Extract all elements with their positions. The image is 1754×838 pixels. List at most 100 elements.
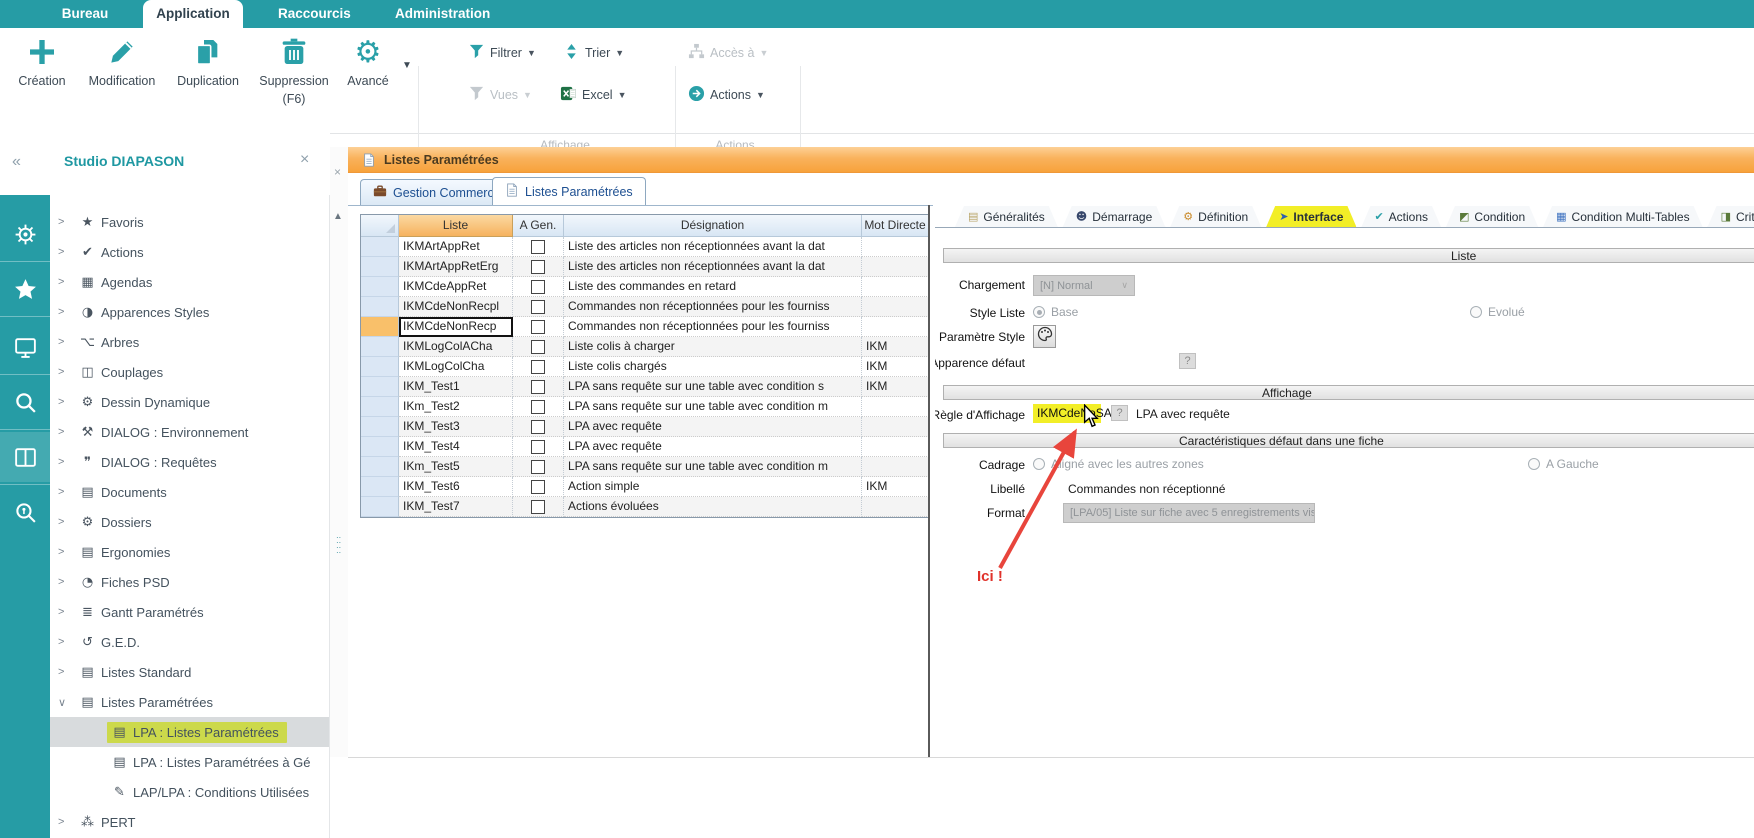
cell-liste[interactable]: IKMCdeAppRet (399, 277, 513, 297)
table-row[interactable]: IKMArtAppRetErg Liste des articles non r… (361, 257, 929, 277)
helm-icon[interactable] (0, 209, 50, 259)
star-icon[interactable] (0, 264, 50, 314)
chevron-icon[interactable]: > (58, 516, 75, 528)
cell-mot-directeur[interactable] (862, 497, 929, 517)
property-tab[interactable]: ◩ Condition (1446, 206, 1538, 227)
cell-liste[interactable]: IKMLogColCha (399, 357, 513, 377)
cell-liste[interactable]: IKM_Test7 (399, 497, 513, 517)
cell-mot-directeur[interactable]: IKM (862, 477, 929, 497)
tree-item[interactable]: > ❞ DIALOG : Requêtes (50, 447, 329, 477)
table-row[interactable]: IKMLogColACha Liste colis à charger IKM (361, 337, 929, 357)
chevron-icon[interactable]: > (58, 336, 75, 348)
cell-designation[interactable]: Commandes non réceptionnées pour les fou… (564, 297, 862, 317)
cell-designation[interactable]: Actions évoluées (564, 497, 862, 517)
table-row[interactable]: IKm_Test5 LPA sans requête sur une table… (361, 457, 929, 477)
tree-item[interactable]: > ⌥ Arbres (50, 327, 329, 357)
tree-item[interactable]: > ▤ Listes Standard (50, 657, 329, 687)
table-row[interactable]: IKM_Test1 LPA sans requête sur une table… (361, 377, 929, 397)
cell-designation[interactable]: LPA sans requête sur une table avec cond… (564, 457, 862, 477)
property-tab[interactable]: ▤ Généralités (955, 206, 1058, 227)
tree-item[interactable]: > ◑ Apparences Styles (50, 297, 329, 327)
tree-item[interactable]: ▤ LPA : Listes Paramétrées à Gé (50, 747, 329, 777)
a-gen-checkbox[interactable] (531, 340, 545, 354)
a-gen-checkbox[interactable] (531, 300, 545, 314)
apparence-defaut-help-button[interactable]: ? (1179, 353, 1196, 369)
table-row[interactable]: IKMLogColCha Liste colis chargés IKM (361, 357, 929, 377)
table-row[interactable]: IKM_Test7 Actions évoluées (361, 497, 929, 517)
actions-button[interactable]: Actions▼ (688, 84, 765, 106)
cell-designation[interactable]: LPA sans requête sur une table avec cond… (564, 377, 862, 397)
a-gen-checkbox[interactable] (531, 480, 545, 494)
avance-button[interactable]: ⚙ Avancé (336, 36, 400, 90)
chevron-icon[interactable]: > (58, 546, 75, 558)
cell-designation[interactable]: LPA sans requête sur une table avec cond… (564, 397, 862, 417)
cell-designation[interactable]: Action simple (564, 477, 862, 497)
row-selector[interactable] (361, 237, 399, 257)
a-gen-checkbox[interactable] (531, 320, 545, 334)
tree-item[interactable]: > ▤ Documents (50, 477, 329, 507)
cell-designation[interactable]: LPA avec requête (564, 437, 862, 457)
a-gen-checkbox[interactable] (531, 460, 545, 474)
property-tab[interactable]: ➤ Interface (1266, 206, 1356, 227)
menu-tab-raccourcis[interactable]: Raccourcis (278, 0, 348, 28)
property-tab[interactable]: ▦ Condition Multi-Tables (1543, 206, 1702, 227)
cell-liste[interactable]: IKMCdeNonRecp (399, 317, 513, 337)
a-gen-checkbox[interactable] (531, 240, 545, 254)
cell-mot-directeur[interactable] (862, 397, 929, 417)
chevron-icon[interactable]: > (58, 366, 75, 378)
grid-panel-splitter[interactable] (928, 205, 930, 757)
table-row[interactable]: IKMArtAppRet Liste des articles non réce… (361, 237, 929, 257)
row-selector[interactable] (361, 277, 399, 297)
excel-button[interactable]: Excel▼ (560, 84, 627, 106)
row-selector[interactable] (361, 397, 399, 417)
chevron-icon[interactable]: > (58, 306, 75, 318)
cell-designation[interactable]: Liste des articles non réceptionnées ava… (564, 237, 862, 257)
table-row[interactable]: IKMCdeNonRecpl Commandes non réceptionné… (361, 297, 929, 317)
tree-item[interactable]: > ≣ Gantt Paramétrés (50, 597, 329, 627)
cell-liste[interactable]: IKm_Test2 (399, 397, 513, 417)
cell-mot-directeur[interactable] (862, 277, 929, 297)
tree-item[interactable]: > ⚙ Dossiers (50, 507, 329, 537)
a-gen-checkbox[interactable] (531, 440, 545, 454)
regle-affichage-field[interactable]: IKMCdeNoSA (1033, 404, 1101, 423)
tab-listes-parametrees[interactable]: Listes Paramétrées (492, 177, 646, 205)
table-row[interactable]: IKM_Test3 LPA avec requête (361, 417, 929, 437)
chevron-icon[interactable]: ∨ (58, 696, 75, 709)
scroll-up-icon[interactable]: ▲ (333, 211, 343, 222)
columns-icon[interactable] (0, 432, 50, 482)
a-gen-checkbox[interactable] (531, 360, 545, 374)
table-row[interactable]: IKM_Test4 LPA avec requête (361, 437, 929, 457)
table-row[interactable]: IKM_Test6 Action simple IKM (361, 477, 929, 497)
a-gen-checkbox[interactable] (531, 280, 545, 294)
tree-item[interactable]: > ◔ Fiches PSD (50, 567, 329, 597)
avance-dropdown-arrow[interactable]: ▼ (402, 60, 412, 71)
chevron-icon[interactable]: > (58, 246, 75, 258)
tree-item[interactable]: > ⁂ PERT (50, 807, 329, 837)
property-tab[interactable]: ⚙ Définition (1170, 206, 1261, 227)
a-gen-checkbox[interactable] (531, 500, 545, 514)
select-all-corner[interactable] (361, 215, 399, 237)
cell-designation[interactable]: Liste des commandes en retard (564, 277, 862, 297)
tree-item[interactable]: > ⚙ Dessin Dynamique (50, 387, 329, 417)
a-gen-checkbox[interactable] (531, 420, 545, 434)
tree-item[interactable]: > ▤ Ergonomies (50, 537, 329, 567)
monitor-icon[interactable] (0, 322, 50, 372)
property-tab[interactable]: ◨ Critère (1708, 206, 1754, 227)
table-row[interactable]: IKMCdeAppRet Liste des commandes en reta… (361, 277, 929, 297)
cell-liste[interactable]: IKMLogColACha (399, 337, 513, 357)
table-row[interactable]: IKm_Test2 LPA sans requête sur une table… (361, 397, 929, 417)
cell-mot-directeur[interactable] (862, 457, 929, 477)
row-selector[interactable] (361, 257, 399, 277)
cell-mot-directeur[interactable] (862, 297, 929, 317)
cell-designation[interactable]: Liste colis chargés (564, 357, 862, 377)
regle-affichage-help-button[interactable]: ? (1111, 405, 1128, 421)
cell-liste[interactable]: IKMCdeNonRecpl (399, 297, 513, 317)
row-selector[interactable] (361, 417, 399, 437)
cell-mot-directeur[interactable]: IKM (862, 377, 929, 397)
chevron-icon[interactable]: > (58, 276, 75, 288)
row-selector[interactable] (361, 437, 399, 457)
cell-designation[interactable]: Liste colis à charger (564, 337, 862, 357)
tree-item[interactable]: ✎ LAP/LPA : Conditions Utilisées (50, 777, 329, 807)
chevron-icon[interactable]: > (58, 606, 75, 618)
column-header-liste[interactable]: Liste (399, 215, 513, 237)
